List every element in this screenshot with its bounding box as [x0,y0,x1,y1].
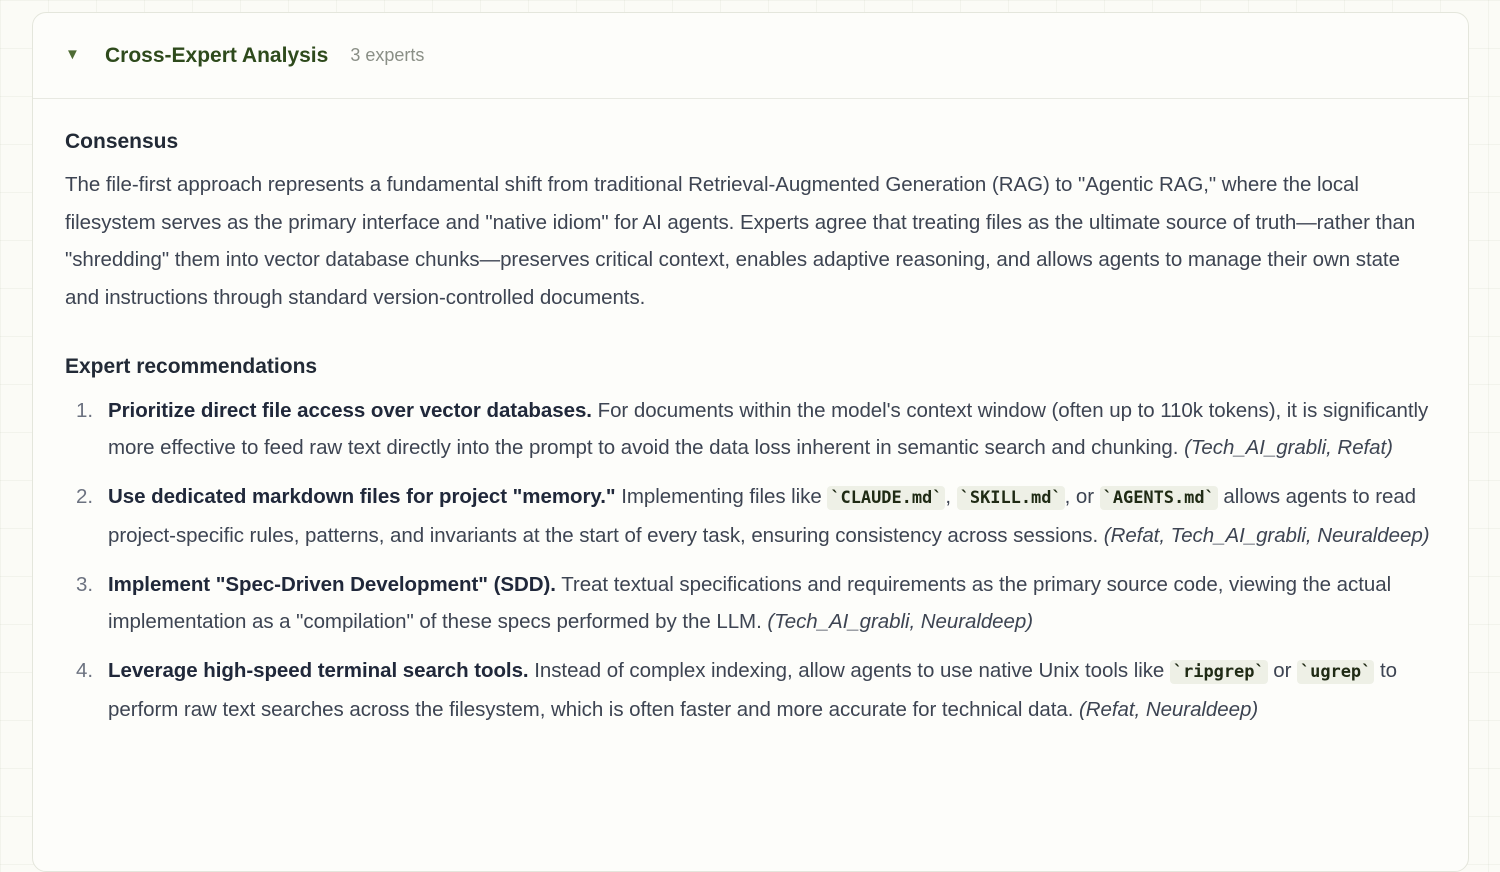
inline-code: `AGENTS.md` [1099,485,1218,510]
inline-code: `CLAUDE.md` [827,485,946,510]
list-number: 2. [76,484,93,508]
expert-count: 3 experts [350,45,425,65]
recommendation-citation: (Refat, Tech_AI_grabli, Neuraldeep) [1103,524,1430,548]
list-item: 4. Leverage high-speed terminal search t… [65,652,1436,729]
caret-down-icon[interactable]: ▼ [65,47,81,62]
recommendation-title: Use dedicated markdown files for project… [108,484,616,508]
recommendations-list: 1. Prioritize direct file access over ve… [65,392,1436,729]
inline-code: `ugrep` [1297,659,1375,684]
recommendation-text: Implementing files like [615,484,828,508]
recommendation-title: Prioritize direct file access over vecto… [108,398,592,422]
inline-code: `ripgrep` [1169,659,1268,684]
list-item: 1. Prioritize direct file access over ve… [65,392,1436,467]
separator: , or [1064,484,1100,508]
recommendation-title: Leverage high-speed terminal search tool… [108,658,529,682]
separator: , [945,484,957,508]
analysis-card: ▼ Cross-Expert Analysis 3 experts Consen… [32,12,1469,872]
recommendation-citation: (Tech_AI_grabli, Neuraldeep) [767,610,1034,634]
recommendation-text: Instead of complex indexing, allow agent… [528,658,1170,682]
consensus-heading: Consensus [65,130,179,153]
separator: or [1267,658,1297,682]
analysis-body: Consensus The file-first approach repres… [33,99,1468,729]
recommendations-heading: Expert recommendations [65,354,318,378]
analysis-header-toggle[interactable]: ▼ Cross-Expert Analysis 3 experts [33,13,1468,99]
list-number: 3. [76,572,93,596]
list-number: 4. [76,658,93,682]
consensus-text: The file-first approach represents a fun… [65,173,1416,310]
inline-code: `SKILL.md` [956,485,1065,510]
list-item: 2. Use dedicated markdown files for proj… [65,478,1436,555]
recommendation-citation: (Tech_AI_grabli, Refat) [1184,436,1393,460]
list-item: 3. Implement "Spec-Driven Development" (… [65,566,1436,641]
recommendation-citation: (Refat, Neuraldeep) [1079,698,1259,722]
analysis-title: Cross-Expert Analysis [105,43,329,67]
recommendation-title: Implement "Spec-Driven Development" (SDD… [108,572,556,596]
list-number: 1. [76,398,93,422]
